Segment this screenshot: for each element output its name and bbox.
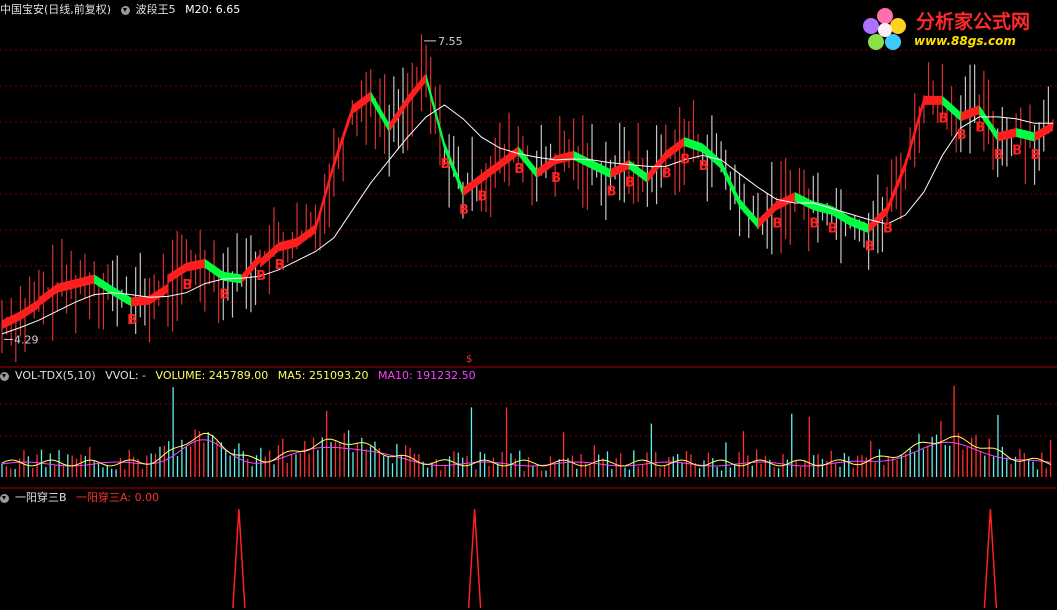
buy-marker: B (662, 166, 672, 181)
buy-marker: B (606, 185, 616, 200)
high-price-label: 7.55 (438, 35, 463, 48)
buy-marker: B (957, 128, 967, 143)
signal-spike (467, 508, 482, 609)
buy-marker: B (256, 269, 266, 284)
chart-canvas[interactable]: BBBBBBBBBBBBBB BB B BBBBB BB B B7.554.29$ (0, 0, 1057, 610)
logo-url[interactable]: www.88gs.com (914, 34, 1016, 48)
rising-band-segment (923, 95, 943, 105)
buy-marker: B (275, 258, 285, 273)
buy-marker: B (514, 162, 524, 177)
buy-marker: B (809, 217, 819, 232)
logo-title: 分析家公式网 (916, 11, 1031, 33)
buy-marker: B (625, 176, 635, 191)
buy-marker: B (1012, 143, 1022, 158)
buy-marker: B (441, 157, 451, 172)
buy-marker: B (828, 221, 838, 236)
falling-band-segment (223, 271, 242, 284)
buy-marker: B (994, 148, 1004, 163)
buy-marker: B (938, 111, 948, 126)
buy-marker: B (865, 240, 875, 255)
buy-marker: B (551, 171, 561, 186)
event-marker: $ (466, 354, 472, 365)
buy-marker: B (772, 217, 782, 232)
signal-spike (232, 508, 246, 609)
buy-marker: B (680, 153, 690, 168)
buy-marker: B (975, 121, 985, 136)
falling-band-segment (426, 73, 445, 151)
site-logo: 分析家公式网 www.88gs.com (858, 4, 1054, 54)
buy-marker: B (883, 221, 893, 236)
low-price-label: 4.29 (14, 333, 39, 346)
flower-logo-icon (863, 8, 906, 50)
buy-marker: B (219, 287, 229, 302)
signal-spike (983, 508, 998, 609)
buy-marker: B (477, 189, 487, 204)
buy-marker: B (459, 203, 469, 218)
buy-marker: B (127, 313, 137, 328)
buy-marker: B (1031, 148, 1041, 163)
rising-band-segment (186, 258, 205, 272)
ma20-line (1, 104, 1053, 335)
buy-marker: B (699, 159, 709, 174)
buy-marker: B (182, 278, 192, 293)
